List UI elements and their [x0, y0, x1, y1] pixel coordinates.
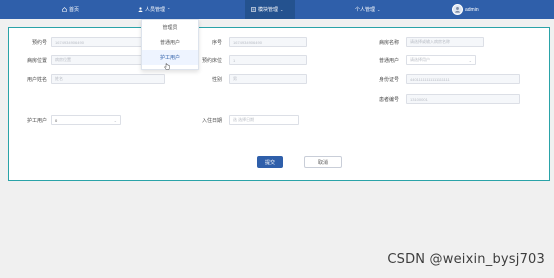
id-no-input[interactable]: 44011111111111111111	[406, 74, 520, 84]
form-panel: 预约号 1674934906490 序号 1674934906490 病房名称 …	[8, 27, 550, 181]
nav-module[interactable]: 模块管理 ⌄	[245, 0, 295, 19]
bed-input[interactable]: 1	[229, 55, 307, 65]
top-navbar: 首页 人员管理 ⌃ 模块管理 ⌄ 个人管理 ⌄ admin	[0, 0, 554, 19]
chevron-down-icon: ⌄	[280, 7, 284, 12]
chevron-down-icon: ⌄	[377, 7, 381, 12]
caregiver-select[interactable]: 0 ⌄	[51, 115, 121, 125]
nav-home[interactable]: 首页	[62, 0, 79, 19]
label-ward-name: 病房名称	[378, 40, 399, 46]
nav-personal-label: 个人管理	[355, 7, 376, 13]
label-ward-location: 病房位置	[26, 58, 47, 64]
user-name-input[interactable]: 姓名	[51, 74, 165, 84]
nav-home-label: 首页	[69, 7, 80, 13]
nav-module-label: 模块管理	[258, 7, 279, 13]
nav-personal[interactable]: 个人管理 ⌄	[355, 0, 380, 19]
label-patient-no: 患者编号	[378, 97, 399, 103]
chevron-down-icon: ⌄	[113, 117, 117, 123]
label-gender: 性别	[211, 77, 222, 83]
label-caregiver: 护工用户	[26, 118, 47, 124]
module-icon	[251, 7, 256, 12]
seq-no-input[interactable]: 1674934906490	[229, 37, 307, 47]
menu-item-normal-user[interactable]: 普通用户	[142, 35, 198, 50]
menu-item-caregiver[interactable]: 护工用户	[142, 50, 198, 65]
label-id-no: 身份证号	[378, 77, 399, 83]
user-icon	[138, 7, 143, 12]
label-normal-user: 普通用户	[378, 58, 399, 64]
gender-input[interactable]: 男	[229, 74, 307, 84]
checkin-date-picker[interactable]: 选 选择日期	[229, 115, 299, 125]
hand-cursor-icon	[164, 63, 170, 70]
avatar	[452, 4, 463, 15]
patient-no-input[interactable]: 13100001	[406, 94, 520, 104]
nav-personnel-label: 人员管理	[145, 7, 166, 13]
submit-button[interactable]: 提交	[257, 156, 283, 168]
menu-item-admin[interactable]: 管理员	[142, 20, 198, 35]
user-menu[interactable]: admin	[452, 0, 479, 19]
label-reservation-no: 预约号	[31, 40, 47, 46]
username-label: admin	[465, 6, 479, 13]
normal-user-select[interactable]: 请选择用户 ⌄	[406, 55, 476, 65]
chevron-down-icon: ⌄	[468, 57, 472, 63]
avatar-icon	[455, 7, 460, 13]
label-checkin-date: 入住日期	[201, 118, 222, 124]
watermark: CSDN @weixin_bysj703	[387, 252, 545, 267]
ward-name-input[interactable]: 请选择或输入病房名称	[406, 37, 484, 47]
chevron-up-icon: ⌃	[167, 7, 171, 12]
cancel-button[interactable]: 取消	[304, 156, 342, 168]
nav-personnel[interactable]: 人员管理 ⌃	[138, 0, 170, 19]
label-user-name: 用户姓名	[26, 77, 47, 83]
home-icon	[62, 7, 67, 12]
personnel-dropdown: 管理员 普通用户 护工用户	[141, 19, 199, 70]
